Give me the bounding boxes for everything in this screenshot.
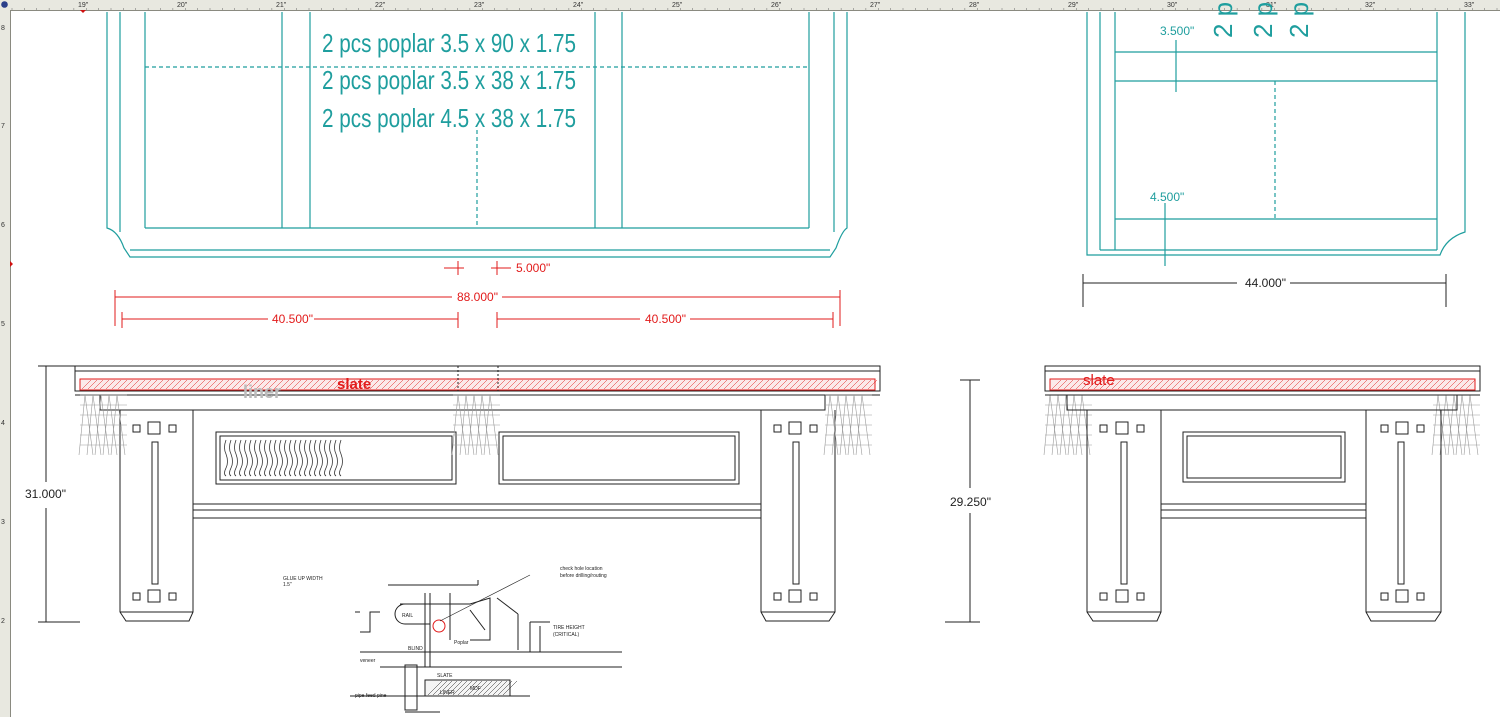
end-width-label: 44.000": [1245, 276, 1286, 290]
ruler-cursor-marker-top: [80, 10, 86, 13]
blind-label: BLIND: [408, 646, 423, 652]
ruler-label-22: 22": [375, 2, 386, 9]
poplar-label: Poplar: [454, 640, 469, 646]
ruler-label-28: 28": [969, 2, 980, 9]
ruler-label-32: 32": [1365, 2, 1376, 9]
panel-carving: [224, 439, 343, 477]
leg-ornaments: [132, 421, 818, 603]
end-elevation[interactable]: [1044, 365, 1481, 622]
detail-slate-label: SLATE: [437, 673, 453, 679]
height-right-label: 29.250": [950, 495, 991, 509]
left-ruler-label-5: 5: [1, 321, 5, 328]
parts-list-line-1: 2 pcs poplar 3.5 x 90 x 1.75: [322, 28, 576, 58]
rail-label: RAIL: [402, 613, 413, 619]
frame-plan-right[interactable]: [1086, 12, 1466, 266]
mdf-label: MDF: [470, 686, 481, 692]
ruler-label-24: 24": [573, 2, 584, 9]
left-ruler-label-4: 4: [1, 420, 5, 427]
detail-liner-label: LINER: [440, 690, 455, 696]
ruler-label-33: 33": [1464, 2, 1475, 9]
left-half-dimension: 40.500": [272, 312, 313, 326]
detail-notes: GLUE UP WIDTH 1.5" check hole location b…: [283, 566, 607, 699]
liner-label: liner: [243, 382, 281, 402]
overall-length-dimension: 88.000": [457, 290, 498, 304]
left-ruler-label-8: 8: [1, 25, 5, 32]
ruler-cursor-marker-left: [10, 261, 13, 267]
right-half-dimension: 40.500": [645, 312, 686, 326]
tire-height-note: TIRE HEIGHT: [553, 625, 585, 631]
ruler-label-23: 23": [474, 2, 485, 9]
rotated-parts-label-3: 2 p: [1284, 2, 1314, 38]
left-ruler-label-7: 7: [1, 123, 5, 130]
parts-list-line-3: 2 pcs poplar 4.5 x 38 x 1.75: [322, 103, 576, 133]
check-note-leader: [439, 574, 531, 622]
ruler-label-19: 19": [78, 2, 89, 9]
veneer-label: veneer: [360, 658, 376, 664]
check-note-1: check hole location: [560, 566, 603, 572]
drawing-canvas[interactable]: 19" 20" 21" 22" 23" 24" 25" 26" 27" 28" …: [0, 0, 1500, 717]
ruler-label-21: 21": [276, 2, 287, 9]
right-plan-dim-a: 3.500": [1160, 24, 1194, 38]
left-ruler-labels: 8 7 6 5 4 3 2: [1, 25, 5, 625]
ruler-label-20: 20": [177, 2, 188, 9]
parts-list-line-2: 2 pcs poplar 3.5 x 38 x 1.75: [322, 65, 576, 95]
rotated-parts-label-1: 2 p: [1208, 2, 1238, 38]
check-note-2: before drilling/routing: [560, 573, 607, 579]
right-plan-dim-b: 4.500": [1150, 190, 1184, 204]
glue-up-sub: 1.5": [283, 582, 292, 588]
length-dimension-labels: 5.000" 88.000" 40.500" 40.500": [272, 261, 686, 326]
drill-hole-mark[interactable]: [432, 619, 446, 633]
end-slate-label: slate: [1083, 372, 1115, 389]
slate-label: slate: [337, 376, 371, 393]
tire-height-sub: (CRITICAL): [553, 632, 579, 638]
ruler-label-30: 30": [1167, 2, 1178, 9]
parts-list: 2 pcs poplar 3.5 x 90 x 1.75 2 pcs popla…: [322, 28, 576, 133]
ruler-label-27: 27": [870, 2, 881, 9]
left-ruler-label-6: 6: [1, 222, 5, 229]
left-ruler-label-2: 2: [1, 618, 5, 625]
right-plan-labels: 3.500" 4.500" 2 p 2 p 2 p: [1150, 2, 1314, 204]
ruler-label-26: 26": [771, 2, 782, 9]
height-left-label: 31.000": [25, 487, 66, 501]
ruler-label-25: 25": [672, 2, 683, 9]
ruler-label-29: 29": [1068, 2, 1079, 9]
gap-dimension: 5.000": [516, 261, 550, 275]
left-ruler-label-3: 3: [1, 519, 5, 526]
rotated-parts-label-2: 2 p: [1248, 2, 1278, 38]
pipe-label: pipe feed pine: [355, 693, 387, 699]
